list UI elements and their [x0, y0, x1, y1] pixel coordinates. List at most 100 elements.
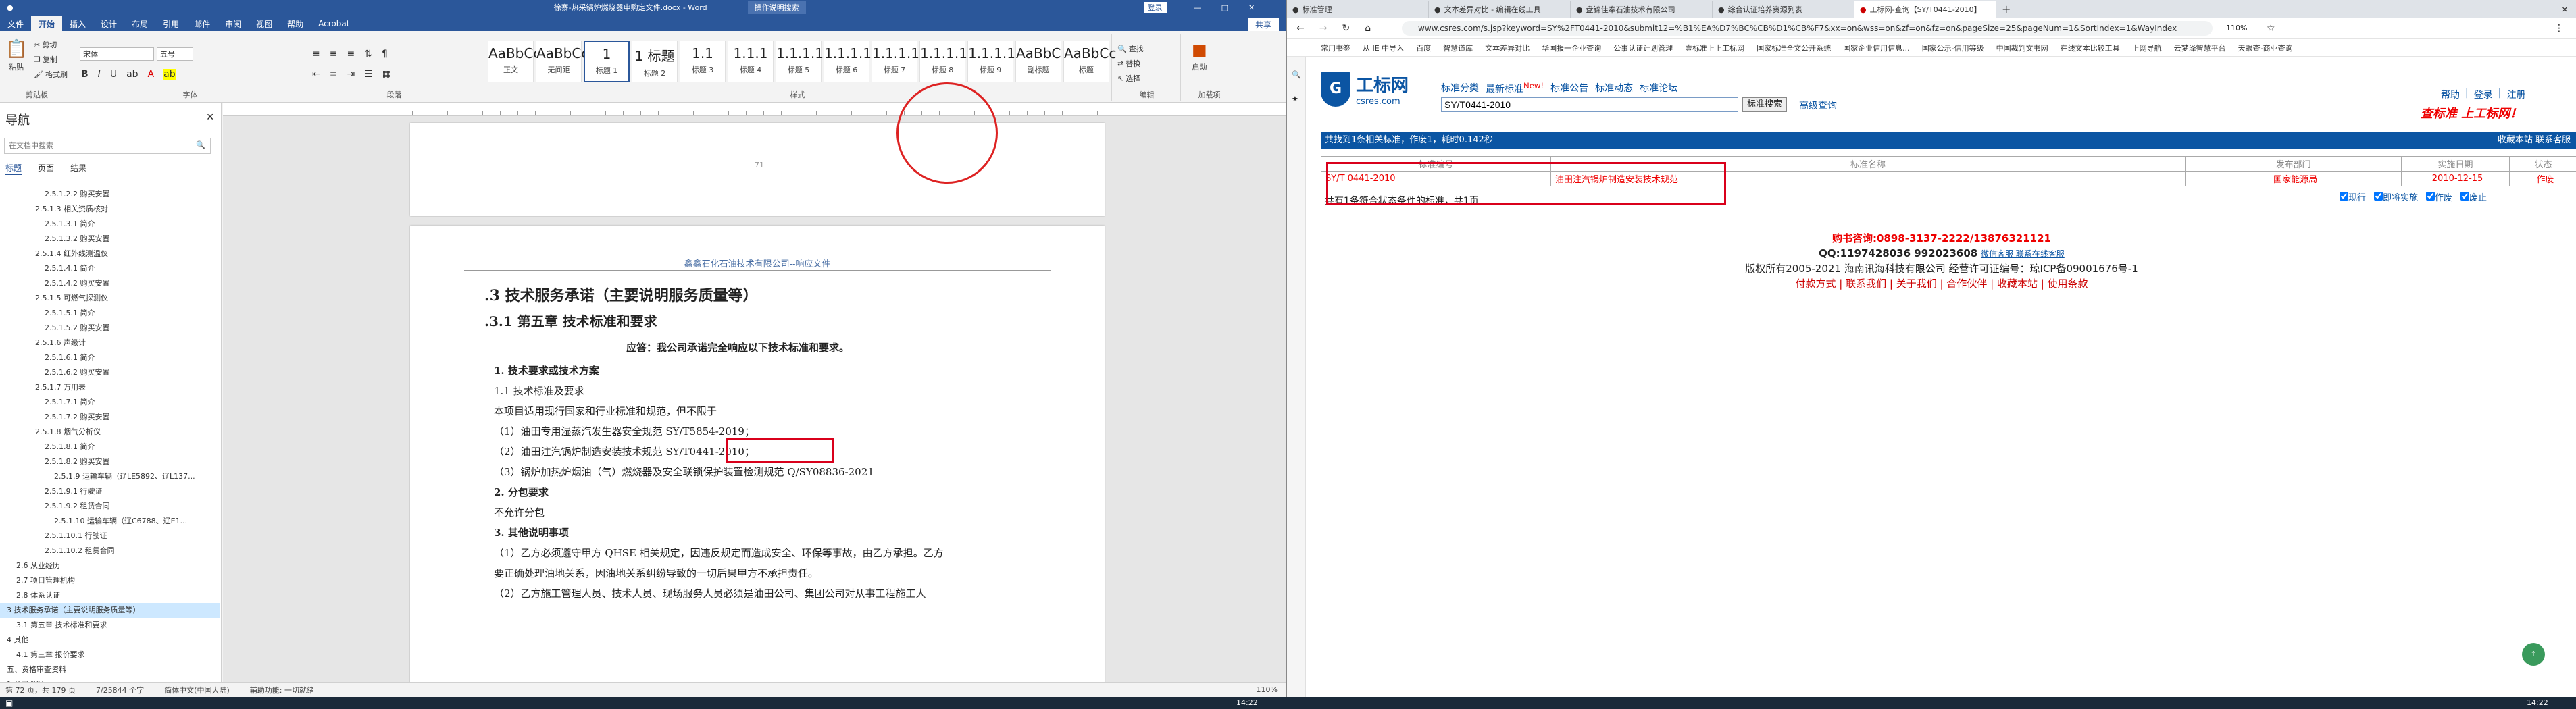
nav-heading-item[interactable]: 2.5.1.3.1 简介: [0, 217, 220, 232]
bookmark-item[interactable]: 在线文本比较工具: [2061, 43, 2120, 53]
nav-heading-item[interactable]: 2.5.1.9.2 租赁合同: [0, 499, 220, 514]
footer-link[interactable]: 联系我们: [1846, 278, 1886, 290]
nav-heading-item[interactable]: 2.5.1.5 可燃气探测仪: [0, 291, 220, 306]
word-count[interactable]: 7/25844 个字: [96, 685, 144, 695]
align-right-icon[interactable]: ⇥: [347, 69, 355, 80]
bookmark-item[interactable]: 从 IE 中导入: [1363, 43, 1404, 53]
nav-link-category[interactable]: 标准分类: [1441, 81, 1479, 96]
nav-heading-item[interactable]: 2.5.1.7.2 购买安置: [0, 410, 220, 425]
nav-heading-item[interactable]: 2.5.1.10 运输车辆（辽C6788、辽E1...: [0, 514, 220, 529]
home-icon[interactable]: ⌂: [1365, 23, 1371, 34]
sort-icon[interactable]: ⇅: [364, 49, 372, 59]
star-icon[interactable]: ☆: [2267, 23, 2275, 34]
new-tab-icon[interactable]: +: [2002, 3, 2011, 16]
bookmark-item[interactable]: 华国报一企业查询: [1542, 43, 1601, 53]
style-7[interactable]: 1.1.1.1.1 标题 6: [824, 41, 884, 82]
copy-button[interactable]: ❐ 复制: [34, 54, 57, 65]
nav-link-forum[interactable]: 标准论坛: [1640, 81, 1677, 96]
result-summary-links[interactable]: 收藏本站 联系客服: [2498, 132, 2571, 149]
nav-heading-item[interactable]: 2.7 项目管理机构: [0, 573, 220, 588]
nav-heading-item[interactable]: 2.5.1.6 声级计: [0, 336, 220, 350]
document-canvas[interactable]: 71 鑫鑫石化石油技术有限公司--响应文件 .3 技术服务承诺（主要说明服务质量…: [223, 82, 1286, 691]
minimize-icon[interactable]: —: [1194, 3, 1201, 12]
strike-button[interactable]: ab: [126, 69, 138, 80]
scroll-top-icon[interactable]: ↑: [2522, 643, 2545, 666]
browser-tab-active[interactable]: ● 工标网-查询【SY/T0441-2010】: [1854, 1, 1996, 18]
sidebar-search-icon[interactable]: 🔍: [1292, 70, 1301, 79]
bookmark-item[interactable]: 国家企业信用信息...: [1843, 43, 1910, 53]
nav-heading-item[interactable]: 2.5.1.10.2 租赁合同: [0, 544, 220, 558]
style-9[interactable]: 1.1.1.1.1 标题 8: [919, 41, 980, 82]
horizontal-ruler[interactable]: [223, 103, 1286, 116]
nav-close-icon[interactable]: ✕: [206, 112, 214, 123]
accessibility[interactable]: 辅助功能: 一切就绪: [250, 685, 314, 695]
nav-heading-item[interactable]: 2.5.1.8.2 购买安置: [0, 454, 220, 469]
bold-button[interactable]: B: [81, 69, 89, 80]
nav-heading-item[interactable]: 2.5.1.4.1 简介: [0, 261, 220, 276]
browser-close-icon[interactable]: ✕: [2562, 5, 2568, 14]
style-11[interactable]: AaBbC 副标题: [1015, 41, 1061, 82]
font-color-button[interactable]: A: [148, 69, 155, 80]
numbering-icon[interactable]: ≡: [330, 49, 338, 59]
filter-upcoming[interactable]: 即将实施: [2374, 190, 2418, 203]
multilevel-icon[interactable]: ≡: [347, 49, 355, 59]
menu-icon[interactable]: ⋮: [2554, 23, 2564, 34]
nav-heading-item[interactable]: 2.5.1.9.1 行驶证: [0, 484, 220, 499]
start-icon[interactable]: ▣: [5, 698, 13, 708]
nav-heading-item[interactable]: 2.5.1.4 红外线测温仪: [0, 246, 220, 261]
browser-tab[interactable]: ● 盘锦佳奉石油技术有限公司: [1571, 1, 1713, 18]
nav-link-latest[interactable]: 最新标准New!: [1486, 81, 1544, 96]
footer-link[interactable]: 合作伙伴: [1946, 278, 1987, 290]
language[interactable]: 简体中文(中国大陆): [164, 685, 230, 695]
advanced-search-link[interactable]: 高级查询: [1799, 99, 1837, 112]
nav-heading-item[interactable]: 4.1 第三章 报价要求: [0, 648, 220, 662]
underline-button[interactable]: U: [110, 69, 117, 80]
font-size-select[interactable]: 五号: [157, 47, 193, 61]
clock[interactable]: 14:22: [1236, 698, 1258, 707]
tell-me-search[interactable]: 操作说明搜索: [747, 1, 806, 14]
bookmark-item[interactable]: 公事认证计划管理: [1613, 43, 1673, 53]
bookmark-item[interactable]: 百度: [1416, 43, 1431, 53]
format-painter-button[interactable]: 🖌 格式刷: [34, 69, 68, 80]
bookmark-item[interactable]: 国家标准全文公开系统: [1757, 43, 1831, 53]
document-page-72[interactable]: 鑫鑫石化石油技术有限公司--响应文件 .3 技术服务承诺（主要说明服务质量等） …: [410, 226, 1105, 691]
style-8[interactable]: 1.1.1.1 标题 7: [872, 41, 919, 82]
footer-link[interactable]: 付款方式: [1795, 278, 1836, 290]
nav-tab-results[interactable]: 结果: [70, 162, 86, 175]
nav-heading-item[interactable]: 2.5.1.3 相关资质核对: [0, 202, 220, 217]
footer-link[interactable]: 收藏本站: [1997, 278, 2038, 290]
style-6[interactable]: 1.1.1.1 标题 5: [776, 41, 824, 82]
justify-icon[interactable]: ☰: [364, 69, 373, 80]
tab-review[interactable]: 审阅: [218, 16, 249, 31]
nav-tab-pages[interactable]: 页面: [38, 162, 54, 175]
style-4[interactable]: 1.1 标题 3: [680, 41, 726, 82]
bookmark-item[interactable]: 云梦泽智慧平台: [2174, 43, 2226, 53]
nav-heading-item[interactable]: 3.1 第五章 技术标准和要求: [0, 618, 220, 633]
nav-link-news[interactable]: 标准动态: [1595, 81, 1633, 96]
nav-heading-item[interactable]: 2.5.1.10.1 行驶证: [0, 529, 220, 544]
browser-tab[interactable]: ● 综合认证培养资源列表: [1713, 1, 1854, 18]
nav-heading-item[interactable]: 2.5.1.3.2 购买安置: [0, 232, 220, 246]
sidebar-collections-icon[interactable]: ★: [1292, 95, 1298, 103]
browser-zoom[interactable]: 110%: [2226, 24, 2247, 32]
bullets-icon[interactable]: ≡: [312, 49, 320, 59]
forward-icon[interactable]: →: [1319, 23, 1328, 34]
nav-heading-item[interactable]: 2.6 从业经历: [0, 558, 220, 573]
nav-heading-item[interactable]: 2.5.1.8.1 简介: [0, 440, 220, 454]
style-0[interactable]: AaBbCcDd 正文: [488, 41, 559, 82]
tab-file[interactable]: 文件: [0, 16, 31, 31]
zoom-level[interactable]: 110%: [1257, 685, 1278, 694]
tab-view[interactable]: 视图: [249, 16, 280, 31]
url-field[interactable]: www.csres.com/s.jsp?keyword=SY%2FT0441-2…: [1402, 21, 2213, 36]
nav-search-icon[interactable]: 🔍: [196, 140, 205, 149]
tab-mailings[interactable]: 邮件: [186, 16, 218, 31]
select-button[interactable]: ↖ 选择: [1117, 73, 1140, 84]
launch-button[interactable]: ■ 启动: [1192, 41, 1207, 72]
tab-layout[interactable]: 布局: [124, 16, 155, 31]
find-button[interactable]: 🔍 查找: [1117, 43, 1144, 54]
tab-references[interactable]: 引用: [155, 16, 186, 31]
nav-heading-item[interactable]: 2.8 体系认证: [0, 588, 220, 603]
browser-tab[interactable]: ● 文本差异对比 - 编辑在线工具: [1429, 1, 1571, 18]
bookmark-item[interactable]: 文本差异对比: [1485, 43, 1530, 53]
site-logo[interactable]: G 工标网 csres.com: [1321, 72, 1409, 107]
